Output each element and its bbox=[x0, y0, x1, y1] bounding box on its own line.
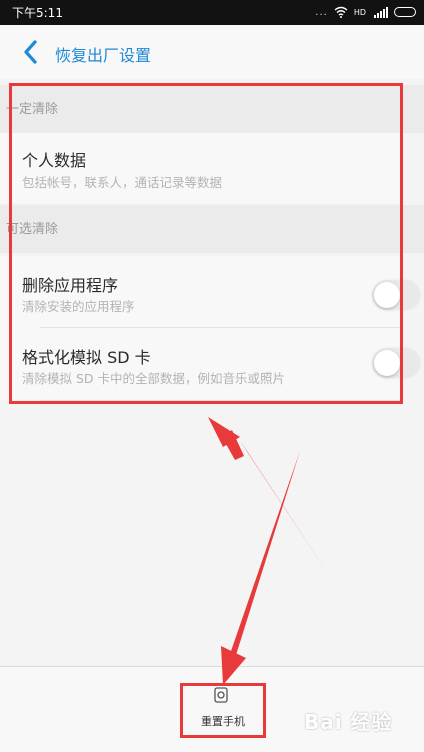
status-icons: ... HD bbox=[315, 6, 416, 18]
arrow-down-to-reset bbox=[221, 451, 300, 685]
watermark-logo: Bai 经验 bbox=[304, 710, 393, 734]
row-title: 格式化模拟 SD 卡 bbox=[22, 348, 151, 367]
battery-icon bbox=[394, 7, 416, 17]
notification-dots: ... bbox=[315, 6, 328, 18]
row-subtitle: 包括帐号，联系人，通话记录等数据 bbox=[22, 175, 223, 190]
phone-reset-icon bbox=[214, 687, 228, 703]
title-bar: 恢复出厂设置 bbox=[0, 25, 424, 79]
arrow-up-to-options bbox=[208, 417, 331, 578]
toggle-knob bbox=[374, 282, 400, 308]
page-title: 恢复出厂设置 bbox=[55, 46, 152, 65]
row-subtitle: 清除安装的应用程序 bbox=[22, 299, 135, 314]
list-item-personal-data[interactable]: 个人数据 包括帐号，联系人，通话记录等数据 bbox=[0, 133, 400, 203]
list-item-delete-apps[interactable]: 删除应用程序 清除安装的应用程序 bbox=[0, 256, 420, 328]
delete-apps-toggle[interactable] bbox=[372, 280, 420, 310]
signal-icon bbox=[374, 6, 388, 18]
list-item-format-sd[interactable]: 格式化模拟 SD 卡 清除模拟 SD 卡中的全部数据，例如音乐或照片 bbox=[0, 328, 420, 400]
status-bar: 下午5:11 ... HD bbox=[0, 0, 424, 25]
back-button[interactable] bbox=[20, 39, 44, 65]
row-subtitle: 清除模拟 SD 卡中的全部数据，例如音乐或照片 bbox=[22, 371, 286, 386]
reset-phone-button[interactable]: 重置手机 bbox=[182, 685, 264, 737]
network-label: HD bbox=[353, 7, 366, 17]
row-title: 删除应用程序 bbox=[22, 276, 119, 295]
divider bbox=[40, 400, 400, 401]
row-title: 个人数据 bbox=[22, 151, 87, 170]
format-sd-toggle[interactable] bbox=[372, 348, 420, 378]
toggle-knob bbox=[374, 350, 400, 376]
reset-phone-label: 重置手机 bbox=[201, 715, 245, 728]
section-header-optional: 可选清除 bbox=[0, 205, 424, 253]
chevron-left-icon bbox=[24, 40, 37, 64]
wifi-icon bbox=[334, 6, 348, 18]
section-header-required: 一定清除 bbox=[0, 85, 424, 133]
status-time: 下午5:11 bbox=[12, 6, 63, 20]
